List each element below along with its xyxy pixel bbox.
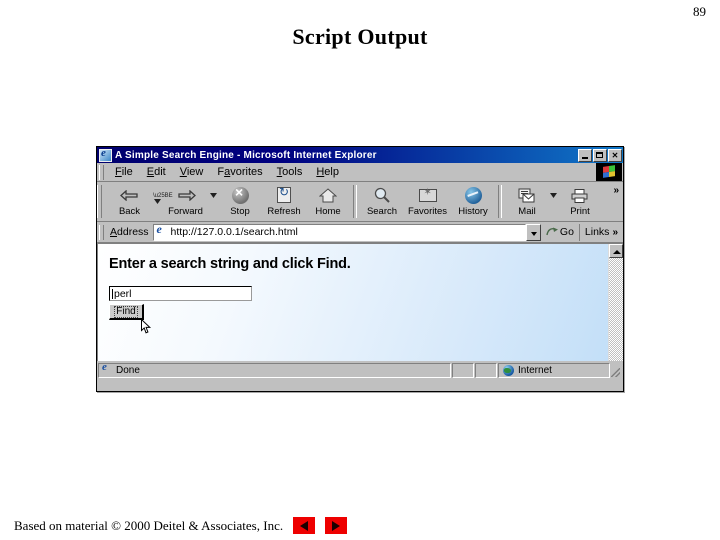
toolbar-button-back[interactable]: Back [106,184,153,217]
go-label: Go [559,226,574,238]
search-input-value: perl [114,287,132,300]
history-icon [462,185,484,206]
status-zone-panel: Internet [498,363,610,378]
find-button-label: Find [114,305,138,318]
menu-bar: File Edit View Favorites Tools Help [97,163,623,182]
toolbar-button-stop[interactable]: Stop [218,184,262,217]
window-controls: ✕ [578,148,622,162]
globe-icon [503,365,514,376]
slide-footer: Based on material © 2000 Deitel & Associ… [14,517,348,534]
web-page-content: Enter a search string and click Find. pe… [98,244,608,361]
home-icon [317,185,339,206]
toolbar-label-search: Search [366,206,398,217]
address-url-text: http://127.0.0.1/search.html [170,226,298,238]
address-label: Address [110,226,149,238]
search-input[interactable]: perl [109,286,252,301]
toolbar-label-print: Print [570,206,590,217]
toolbar-overflow-chevron-icon[interactable]: » [613,184,623,196]
browser-toolbar: Back \u25BE Forward Stop Refresh [97,182,623,222]
status-message-panel: Done [98,363,451,378]
previous-slide-button[interactable] [293,517,316,534]
windows-flag-logo-icon[interactable] [596,163,622,181]
toolbar-separator-2 [498,185,502,218]
internet-explorer-icon [99,147,112,162]
toolbar-button-mail[interactable]: Mail [505,184,549,217]
back-arrow-icon [119,185,141,206]
printer-icon [569,185,591,206]
menu-item-file[interactable]: File [108,165,140,179]
toolbar-button-forward[interactable]: Forward [162,184,209,217]
toolbar-drag-handle[interactable] [97,185,102,218]
window-title: A Simple Search Engine - Microsoft Inter… [115,149,377,161]
address-bar: Address http://127.0.0.1/search.html Go … [97,222,623,243]
status-message: Done [116,365,140,376]
window-resize-grip[interactable] [610,363,622,378]
menubar-drag-handle[interactable] [99,164,104,180]
go-arrow-icon [546,226,559,238]
toolbar-label-stop: Stop [230,206,250,217]
page-heading: Enter a search string and click Find. [109,256,351,272]
page-favicon-icon [155,222,168,239]
browser-window: A Simple Search Engine - Microsoft Inter… [96,146,624,392]
maximize-button[interactable] [593,148,607,162]
toolbar-label-back: Back [118,206,141,217]
minimize-button[interactable] [578,148,592,162]
toolbar-label-mail: Mail [518,206,536,217]
find-button[interactable]: Find [109,304,144,320]
mail-icon [516,185,538,206]
toolbar-label-history: History [458,206,488,217]
copyright-text: Based on material © 2000 Deitel & Associ… [14,517,284,533]
mail-dropdown-icon[interactable] [549,184,558,200]
toolbar-button-history[interactable]: History [451,184,495,217]
toolbar-label-favorites: Favorites [407,206,448,217]
addressbar-drag-handle[interactable] [99,224,104,240]
forward-dropdown-icon[interactable] [209,184,218,200]
search-icon [371,185,393,206]
refresh-icon [273,185,295,206]
mouse-cursor-icon [141,318,152,334]
menu-item-edit[interactable]: Edit [140,165,173,179]
menu-item-view[interactable]: View [173,165,211,179]
address-dropdown-button[interactable] [525,223,541,241]
scroll-up-button[interactable] [609,244,623,258]
toolbar-button-home[interactable]: Home [306,184,350,217]
toolbar-button-print[interactable]: Print [558,184,602,217]
status-bar: Done Internet [97,361,623,379]
close-button[interactable]: ✕ [608,148,622,162]
vertical-scrollbar[interactable] [608,244,623,361]
page-title: Script Output [292,24,428,49]
toolbar-label-refresh: Refresh [267,206,301,217]
page-number: 89 [693,4,706,19]
favorites-folder-icon [417,185,439,206]
toolbar-button-search[interactable]: Search [360,184,404,217]
text-caret [112,288,113,299]
go-button[interactable]: Go [541,226,579,238]
links-button[interactable]: Links » [578,223,621,241]
menu-item-tools[interactable]: Tools [270,165,310,179]
status-extra-panel [475,363,497,378]
status-document-icon [101,364,113,377]
back-dropdown-icon[interactable]: \u25BE [153,184,173,206]
links-label: Links [584,226,610,238]
toolbar-label-forward: Forward [168,206,203,217]
toolbar-label-home: Home [315,206,341,217]
toolbar-button-favorites[interactable]: Favorites [404,184,451,217]
browser-titlebar[interactable]: A Simple Search Engine - Microsoft Inter… [97,147,623,163]
status-zone-text: Internet [518,365,552,376]
menu-item-help[interactable]: Help [309,165,346,179]
status-progress-panel [452,363,474,378]
links-chevron-icon: » [612,226,618,238]
forward-arrow-icon [175,185,197,206]
next-slide-button[interactable] [325,517,348,534]
toolbar-button-refresh[interactable]: Refresh [262,184,306,217]
menu-item-favorites[interactable]: Favorites [210,165,269,179]
toolbar-separator [353,185,357,218]
stop-icon [229,184,251,206]
address-input[interactable]: http://127.0.0.1/search.html [152,222,526,241]
windows-flag-glyph [603,165,615,178]
page-viewport: Enter a search string and click Find. pe… [97,243,623,361]
